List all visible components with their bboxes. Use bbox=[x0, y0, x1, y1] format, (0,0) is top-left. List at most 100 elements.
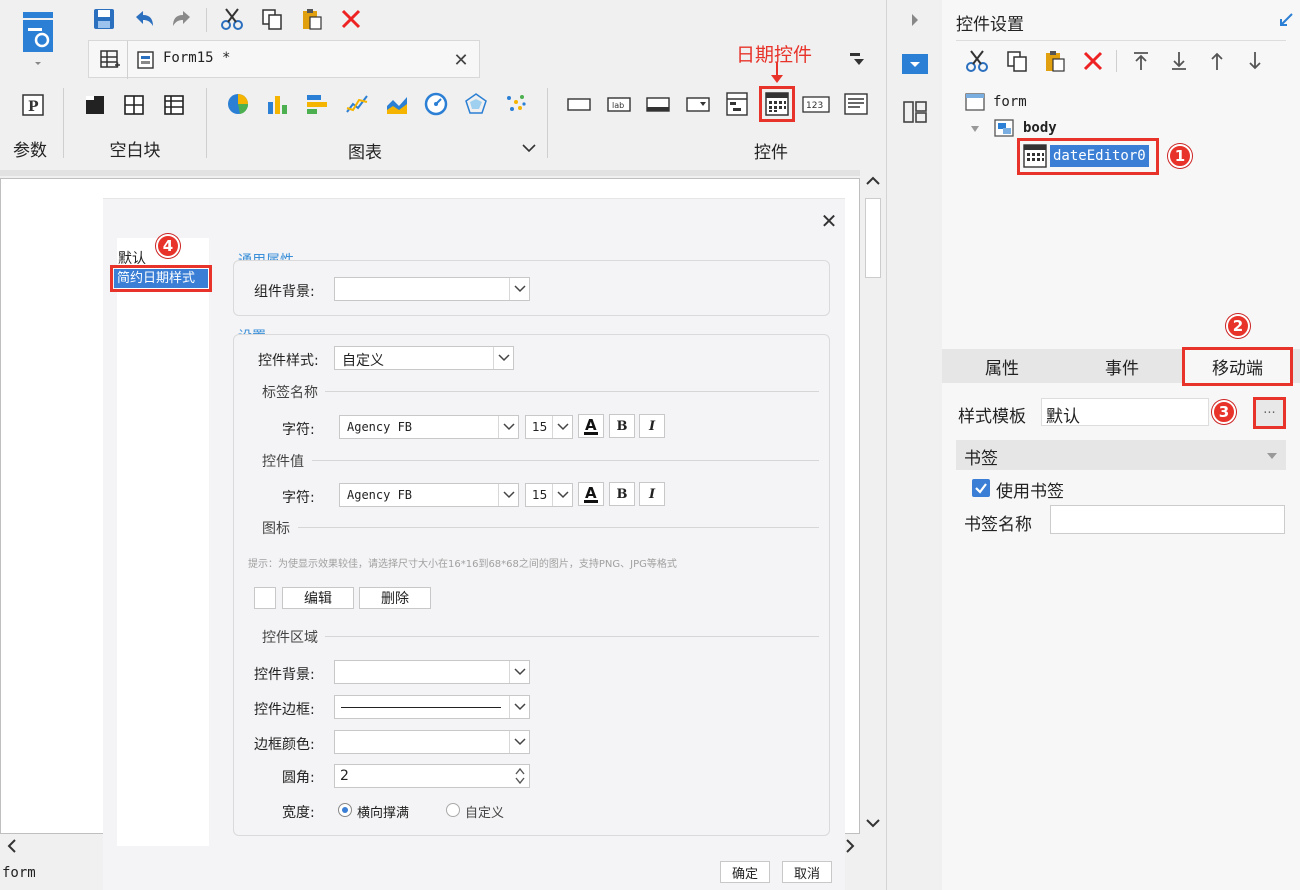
area-heading: 控件区域 bbox=[262, 630, 318, 646]
tab-title[interactable]: Form15 * bbox=[163, 50, 230, 66]
group-label-blank: 空白块 bbox=[109, 141, 161, 161]
undo-icon[interactable] bbox=[130, 5, 158, 33]
tag-size-select[interactable]: 15 bbox=[525, 415, 573, 439]
horizontal-bar-icon[interactable] bbox=[304, 91, 330, 117]
form-node-icon bbox=[964, 92, 986, 112]
cut-icon[interactable] bbox=[218, 5, 246, 33]
value-italic-button[interactable]: I bbox=[639, 482, 665, 506]
dock-arrow-icon[interactable] bbox=[1276, 10, 1296, 30]
textarea-control-icon[interactable] bbox=[843, 91, 869, 117]
control-border-select[interactable] bbox=[334, 695, 530, 719]
line-chart-icon[interactable] bbox=[344, 91, 370, 117]
tree-control-icon[interactable] bbox=[724, 91, 750, 117]
width-fill-radio[interactable] bbox=[338, 803, 352, 817]
component-bg-select[interactable] bbox=[334, 277, 530, 301]
combobox-control-icon[interactable] bbox=[685, 91, 711, 117]
cancel-button[interactable]: 取消 bbox=[782, 861, 832, 883]
layout-icon[interactable] bbox=[900, 98, 930, 126]
edit-icon-button[interactable]: 编辑 bbox=[282, 587, 354, 609]
tag-bold-button[interactable]: B bbox=[609, 414, 635, 438]
tag-font-select[interactable]: Agency FB bbox=[339, 415, 519, 439]
bookmark-section-header[interactable]: 书签 bbox=[956, 440, 1286, 470]
value-bold-button[interactable]: B bbox=[609, 482, 635, 506]
control-style-select[interactable]: 自定义 bbox=[334, 346, 514, 370]
bar-chart-icon[interactable] bbox=[264, 91, 290, 117]
blank-block-solid-icon[interactable] bbox=[82, 92, 108, 118]
width-custom-label[interactable]: 自定义 bbox=[465, 802, 504, 821]
collapse-arrow-icon[interactable] bbox=[1266, 452, 1278, 460]
copy-icon[interactable] bbox=[1004, 48, 1030, 74]
width-custom-radio[interactable] bbox=[446, 803, 460, 817]
panel-title: 控件设置 bbox=[956, 15, 1024, 35]
paste-icon[interactable] bbox=[1042, 48, 1068, 74]
width-fill-label[interactable]: 横向撑满 bbox=[357, 802, 409, 821]
scroll-left-icon[interactable] bbox=[4, 837, 20, 855]
move-bottom-icon[interactable] bbox=[1166, 48, 1192, 74]
grid-icon[interactable] bbox=[97, 47, 123, 73]
number-control-icon[interactable]: 123 bbox=[802, 91, 830, 117]
label-control-icon[interactable]: lab bbox=[606, 91, 632, 117]
tree-node-body[interactable]: body bbox=[1023, 120, 1057, 136]
spinner-arrows-icon[interactable] bbox=[513, 766, 527, 786]
scatter-chart-icon[interactable] bbox=[503, 91, 529, 117]
delete-icon[interactable] bbox=[1080, 48, 1106, 74]
redo-icon[interactable] bbox=[168, 5, 196, 33]
button-control-icon[interactable] bbox=[645, 91, 671, 117]
blank-block-split-icon[interactable] bbox=[121, 92, 147, 118]
scroll-down-icon[interactable] bbox=[863, 814, 883, 832]
area-chart-icon[interactable] bbox=[384, 91, 410, 117]
dropdown-menu-icon[interactable] bbox=[846, 48, 868, 70]
pie-chart-icon[interactable] bbox=[225, 91, 251, 117]
scroll-thumb[interactable] bbox=[865, 198, 881, 278]
bookmark-name-input[interactable] bbox=[1050, 505, 1285, 534]
scroll-up-icon[interactable] bbox=[863, 172, 883, 190]
vertical-scrollbar[interactable] bbox=[860, 168, 886, 836]
tag-font-color-button[interactable]: A bbox=[578, 414, 604, 438]
delete-icon-button[interactable]: 删除 bbox=[359, 587, 431, 609]
style-template-label: 样式模板 bbox=[958, 407, 1026, 427]
paste-icon[interactable] bbox=[298, 5, 326, 33]
dialog-close-icon[interactable]: ✕ bbox=[818, 209, 840, 233]
bookmark-name-label: 书签名称 bbox=[964, 515, 1032, 535]
gauge-chart-icon[interactable] bbox=[423, 91, 449, 117]
style-template-more-button[interactable]: ··· bbox=[1253, 397, 1286, 429]
widget-settings-icon[interactable] bbox=[900, 50, 930, 78]
blank-block-table-icon[interactable] bbox=[161, 92, 187, 118]
move-top-icon[interactable] bbox=[1128, 48, 1154, 74]
style-list-item-simple-date[interactable]: 简约日期样式 bbox=[114, 269, 208, 288]
move-down-icon[interactable] bbox=[1242, 48, 1268, 74]
value-font-color-button[interactable]: A bbox=[578, 482, 604, 506]
parameter-icon[interactable]: P bbox=[20, 92, 46, 118]
expand-arrow-icon[interactable] bbox=[905, 10, 925, 30]
tree-node-form[interactable]: form bbox=[993, 94, 1027, 110]
delete-icon[interactable] bbox=[337, 5, 365, 33]
radius-spinner[interactable]: 2 bbox=[334, 764, 530, 788]
control-settings-panel: 控件设置 form body dateEditor0 1 2 属性 事件 移动端… bbox=[942, 0, 1300, 890]
tab-mobile[interactable]: 移动端 bbox=[1182, 347, 1293, 386]
copy-icon[interactable] bbox=[258, 5, 286, 33]
chevron-down-icon[interactable] bbox=[518, 138, 540, 158]
use-bookmark-label[interactable]: 使用书签 bbox=[996, 477, 1064, 502]
tag-char-label: 字符: bbox=[282, 422, 315, 438]
radar-chart-icon[interactable] bbox=[463, 91, 489, 117]
border-color-select[interactable] bbox=[334, 730, 530, 754]
control-bg-select[interactable] bbox=[334, 660, 530, 684]
style-template-field[interactable]: 默认 bbox=[1041, 398, 1209, 427]
save-icon[interactable] bbox=[90, 5, 118, 33]
move-up-icon[interactable] bbox=[1204, 48, 1230, 74]
tag-italic-button[interactable]: I bbox=[639, 414, 665, 438]
textbox-control-icon[interactable] bbox=[566, 91, 592, 117]
tree-node-date-editor[interactable]: dateEditor0 bbox=[1050, 145, 1149, 167]
value-font-select[interactable]: Agency FB bbox=[339, 483, 519, 507]
style-template-value: 默认 bbox=[1046, 407, 1080, 427]
close-tab-icon[interactable]: ✕ bbox=[451, 50, 471, 71]
tab-events[interactable]: 事件 bbox=[1062, 349, 1182, 383]
tab-properties[interactable]: 属性 bbox=[942, 349, 1062, 383]
cut-icon[interactable] bbox=[964, 48, 990, 74]
value-size-select[interactable]: 15 bbox=[525, 483, 573, 507]
app-logo[interactable] bbox=[20, 10, 56, 70]
date-control-icon[interactable] bbox=[764, 91, 790, 117]
ok-button[interactable]: 确定 bbox=[720, 861, 770, 883]
use-bookmark-checkbox[interactable] bbox=[972, 479, 990, 497]
tree-expand-icon[interactable] bbox=[968, 122, 982, 136]
